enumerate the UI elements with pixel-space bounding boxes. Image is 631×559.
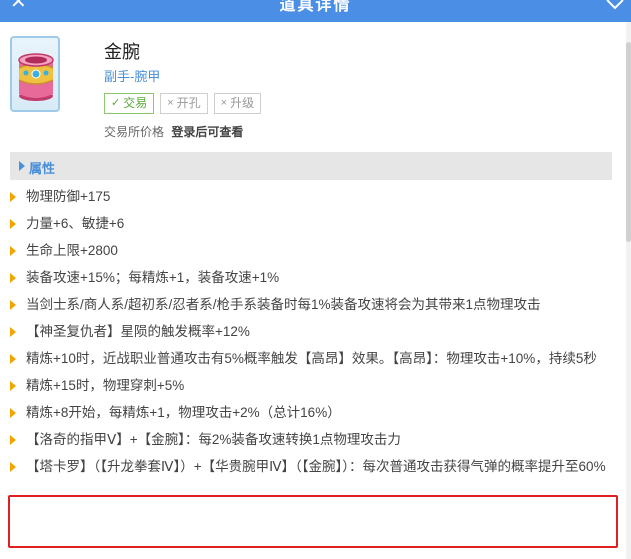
tag-upgrade: × 升级 (213, 93, 262, 114)
tag-label: 升级 (230, 96, 255, 110)
check-icon: ✓ (111, 97, 121, 109)
attribute-item: 【洛奇的指甲Ⅴ】+【金腕】：每2%装备攻速转换1点物理攻击力 (10, 429, 610, 450)
bullet-icon (10, 300, 16, 310)
section-label: 属性 (29, 161, 56, 176)
tag-socket: × 开孔 (160, 93, 208, 114)
attribute-item: 精炼+15时，物理穿刺+5% (10, 375, 610, 396)
bullet-icon (10, 219, 16, 229)
attribute-text: 装备攻速+15%；每精炼+1，装备攻速+1% (26, 270, 280, 285)
tag-label: 开孔 (176, 96, 201, 110)
attribute-text: 精炼+10时，近战职业普通攻击有5%概率触发【高昂】效果。【高昂】：物理攻击+1… (26, 351, 597, 366)
attribute-item: 物理防御+175 (10, 186, 610, 207)
attribute-text: 【塔卡罗】（【升龙拳套Ⅳ】）+【华贵腕甲Ⅳ】（【金腕】）：每次普通攻击获得气弹的… (26, 459, 606, 474)
scrollbar-thumb[interactable] (626, 42, 631, 242)
bullet-icon (10, 462, 16, 472)
bullet-icon (10, 192, 16, 202)
cross-icon: × (220, 97, 228, 109)
tag-label: 交易 (123, 96, 148, 110)
attribute-text: 当剑士系/商人系/超初系/忍者系/枪手系装备时每1%装备攻速将会为其带来1点物理… (26, 297, 541, 312)
bullet-icon (10, 354, 16, 364)
expand-triangle-icon (19, 161, 25, 171)
exchange-price-value[interactable]: 登录后可查看 (171, 125, 243, 139)
tag-trade: ✓ 交易 (104, 93, 155, 114)
item-name: 金腕 (104, 42, 140, 62)
attribute-list: 物理防御+175 力量+6、敏捷+6 生命上限+2800 装备攻速+15%；每精… (10, 186, 610, 483)
exchange-price-label: 交易所价格 (104, 125, 165, 139)
attribute-text: 力量+6、敏捷+6 (26, 216, 125, 231)
page-title: 道具详情 (279, 0, 352, 14)
attribute-item: 装备攻速+15%；每精炼+1，装备攻速+1% (10, 267, 610, 288)
attribute-item: 生命上限+2800 (10, 240, 610, 261)
item-category[interactable]: 副手-腕甲 (104, 66, 160, 85)
scrollbar[interactable] (626, 22, 631, 559)
item-icon-frame (10, 36, 60, 112)
bullet-icon (10, 246, 16, 256)
bullet-icon (10, 435, 16, 445)
attribute-text: 物理防御+175 (26, 189, 111, 204)
attribute-item: 当剑士系/商人系/超初系/忍者系/枪手系装备时每1%装备攻速将会为其带来1点物理… (10, 294, 610, 315)
attribute-text: 精炼+8开始，每精炼+1，物理攻击+2%（总计16%） (26, 405, 341, 420)
attribute-item: 精炼+10时，近战职业普通攻击有5%概率触发【高昂】效果。【高昂】：物理攻击+1… (10, 348, 610, 369)
attribute-text: 精炼+15时，物理穿刺+5% (26, 378, 185, 393)
bullet-icon (10, 327, 16, 337)
highlight-box (8, 495, 618, 548)
title-bar: ✕ 道具详情 (0, 0, 631, 22)
attributes-section-header[interactable]: 属性 (10, 152, 612, 180)
attribute-item: 精炼+8开始，每精炼+1，物理攻击+2%（总计16%） (10, 402, 610, 423)
attribute-text: 【神圣复仇者】星陨的触发概率+12% (26, 324, 250, 339)
heart-icon[interactable] (605, 0, 625, 11)
item-tags: ✓ 交易 × 开孔 × 升级 (104, 93, 262, 114)
exchange-price-row: 交易所价格 登录后可查看 (104, 123, 243, 140)
attribute-text: 生命上限+2800 (26, 243, 118, 258)
bullet-icon (10, 408, 16, 418)
attribute-item: 【神圣复仇者】星陨的触发概率+12% (10, 321, 610, 342)
bracer-item-icon (18, 53, 54, 101)
attribute-text: 【洛奇的指甲Ⅴ】+【金腕】：每2%装备攻速转换1点物理攻击力 (26, 432, 401, 447)
bullet-icon (10, 273, 16, 283)
attribute-item: 【塔卡罗】（【升龙拳套Ⅳ】）+【华贵腕甲Ⅳ】（【金腕】）：每次普通攻击获得气弹的… (10, 456, 610, 477)
attribute-item: 力量+6、敏捷+6 (10, 213, 610, 234)
cross-icon: × (167, 97, 174, 109)
bullet-icon (10, 381, 16, 391)
